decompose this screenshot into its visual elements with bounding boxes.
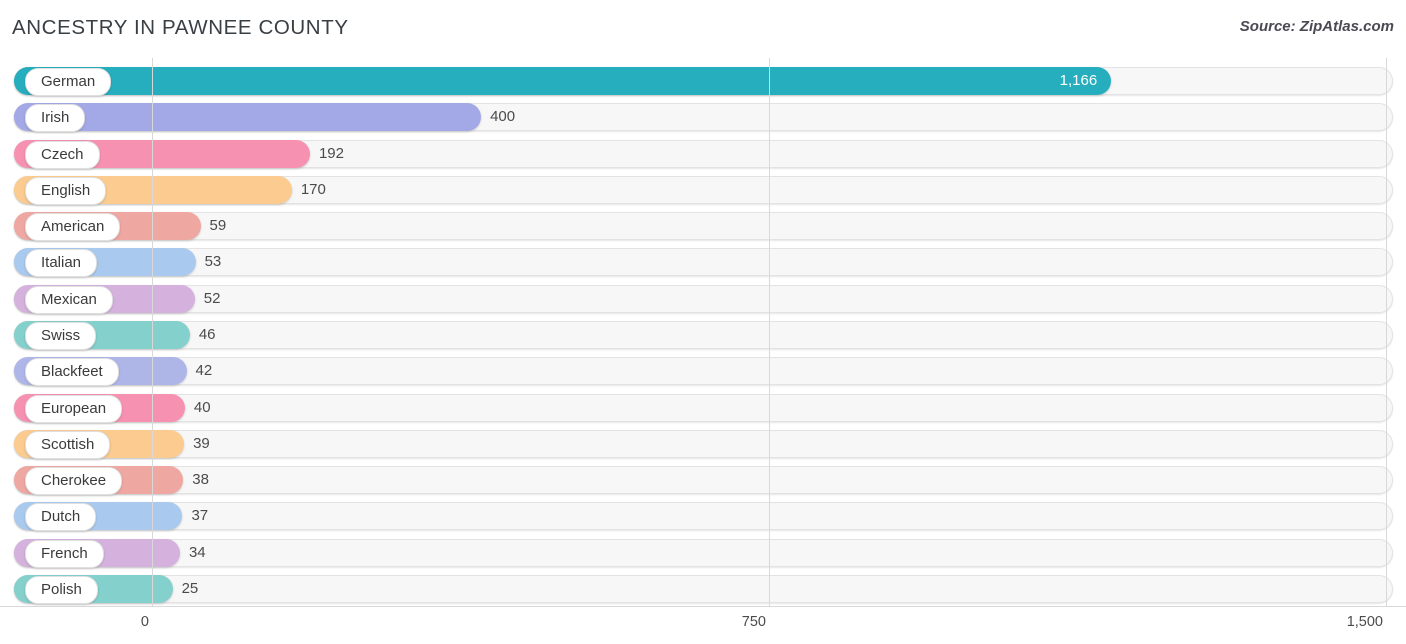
bar-value-label: 42 — [195, 362, 213, 380]
table-row[interactable]: Irish 400 — [14, 103, 1393, 133]
bar-value-label: 192 — [318, 144, 344, 162]
bar-category-label: Czech — [25, 140, 100, 169]
x-axis: 0 750 1,500 — [0, 606, 1406, 644]
bar-value-label: 1,166 — [1059, 72, 1098, 89]
bar-value-label: 40 — [193, 398, 211, 416]
bar-value-label: 52 — [203, 289, 221, 307]
bar-value-label: 25 — [181, 579, 199, 597]
source-attribution: Source: ZipAtlas.com — [1239, 18, 1394, 35]
bar-value-label: 38 — [192, 471, 209, 489]
bar-category-label: German — [25, 68, 112, 96]
bar-category-label: Dutch — [25, 503, 97, 532]
gridline — [1386, 58, 1387, 606]
bar[interactable] — [14, 67, 1112, 95]
axis-rule — [0, 606, 1406, 607]
bar-track — [14, 502, 1393, 531]
bar-category-label: Cherokee — [25, 467, 123, 496]
bar-track — [14, 466, 1393, 495]
table-row[interactable]: English 170 — [14, 175, 1393, 205]
bar-category-label: Blackfeet — [25, 358, 119, 387]
bar-category-label: French — [25, 539, 104, 568]
bar-track — [14, 284, 1393, 313]
table-row[interactable]: Czech 192 — [14, 139, 1393, 169]
bar-value-label: 400 — [490, 108, 516, 126]
bar-track — [14, 320, 1393, 349]
bar-track — [14, 357, 1393, 386]
page-title: ANCESTRY IN PAWNEE COUNTY — [12, 16, 349, 39]
bar-category-label: Polish — [25, 575, 98, 604]
table-row[interactable]: American 59 — [14, 212, 1393, 242]
gridline — [152, 58, 153, 606]
bar-category-label: Scottish — [25, 430, 111, 459]
axis-tick-label: 1,500 — [1346, 614, 1383, 630]
bar-category-label: European — [25, 394, 123, 423]
bar-category-label: Mexican — [25, 285, 113, 314]
table-row[interactable]: Scottish 39 — [14, 429, 1393, 459]
bar-track — [14, 393, 1393, 422]
bar-category-label: English — [25, 176, 107, 205]
bar-category-label: Swiss — [25, 321, 97, 350]
table-row[interactable]: Mexican 52 — [14, 284, 1393, 314]
plot-area: German 1,166 Irish 400 Czech 192 English 170 Ame… — [0, 58, 1406, 606]
table-row[interactable]: French 34 — [14, 538, 1393, 568]
bar-category-label: American — [25, 213, 121, 242]
bar-category-label: Italian — [25, 249, 98, 278]
table-row[interactable]: Polish 25 — [14, 574, 1393, 604]
bar-value-label: 37 — [191, 507, 209, 525]
table-row[interactable]: German 1,166 — [14, 67, 1393, 96]
chart-page: ANCESTRY IN PAWNEE COUNTY Source: ZipAtl… — [0, 0, 1406, 644]
bar-value-label: 39 — [193, 434, 210, 452]
bar-value-label: 46 — [198, 325, 216, 343]
bar-value-label: 59 — [209, 217, 227, 235]
table-row[interactable]: Cherokee 38 — [14, 466, 1393, 496]
table-row[interactable]: Swiss 46 — [14, 320, 1393, 350]
bar-track — [14, 574, 1393, 603]
axis-tick-label: 750 — [741, 614, 766, 630]
bar-value-label: 170 — [300, 180, 326, 198]
gridline — [769, 58, 770, 606]
table-row[interactable]: European 40 — [14, 393, 1393, 423]
bar-value-label: 34 — [188, 543, 206, 561]
bar-value-label: 53 — [204, 253, 222, 271]
bar-category-label: Irish — [25, 104, 86, 133]
bar-rows: German 1,166 Irish 400 Czech 192 English 170 Ame… — [0, 58, 1406, 606]
bar-track — [14, 538, 1393, 567]
bar-track — [14, 429, 1393, 458]
table-row[interactable]: Italian 53 — [14, 248, 1393, 278]
axis-tick-label: 0 — [140, 614, 149, 630]
table-row[interactable]: Blackfeet 42 — [14, 357, 1393, 387]
table-row[interactable]: Dutch 37 — [14, 502, 1393, 532]
